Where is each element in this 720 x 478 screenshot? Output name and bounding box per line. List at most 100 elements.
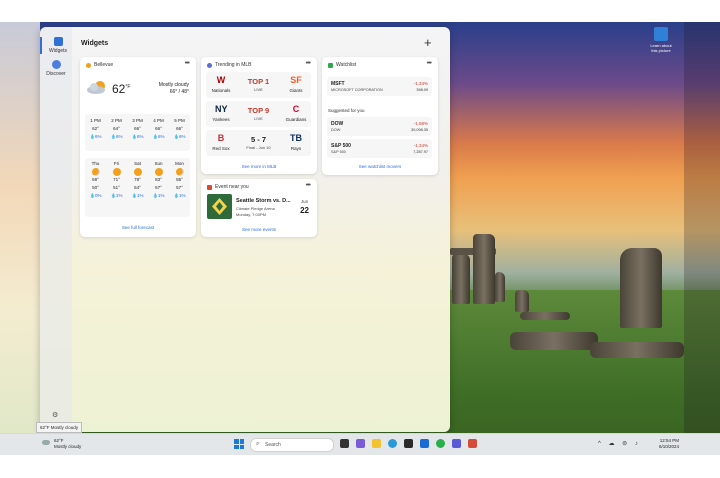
- wallpaper-stone: [515, 290, 529, 312]
- daily-forecast: Thu 69° 50° 💧0% Fri 71° 51° 💧1% Sat 78° 54° 💧1% S…: [85, 158, 190, 217]
- sun-icon: [154, 168, 163, 176]
- weather-location: Bellevue: [94, 62, 114, 68]
- stock-chart-icon: [328, 62, 333, 68]
- watchlist-card[interactable]: Watchlist ••• MSFT MICROSOFT CORPORATION…: [322, 57, 438, 175]
- hourly-item: 5 PM 66° 💧6%: [169, 117, 190, 141]
- cloudy-icon: [87, 81, 105, 94]
- wallpaper-stone: [452, 254, 470, 304]
- yankees-logo-icon: NY: [215, 104, 228, 114]
- hourly-item: 1 PM 62° 💧6%: [85, 117, 106, 141]
- event-header: Event near you: [215, 184, 249, 190]
- widgets-icon: [53, 37, 63, 46]
- system-tray[interactable]: ^ ☁ ⊜ ♪: [598, 440, 641, 447]
- precip-value: 💧6%: [110, 134, 123, 139]
- daily-item: Sun 83° 57° 💧1%: [152, 161, 165, 198]
- precip-value: 💧6%: [131, 134, 144, 139]
- game-row[interactable]: B Red Sox 5 - 7 Final - Jun 10 TB Rays: [206, 130, 311, 156]
- guardians-logo-icon: C: [292, 104, 300, 114]
- nationals-logo-icon: W: [216, 75, 226, 85]
- clock[interactable]: 12:54 PM 6/10/2024: [655, 438, 679, 450]
- hourly-item: 4 PM 66° 💧6%: [148, 117, 169, 141]
- watchlist-title: Watchlist: [336, 62, 357, 68]
- start-button[interactable]: [234, 439, 244, 449]
- task-view-icon[interactable]: [340, 439, 349, 448]
- rail-item-discover[interactable]: Discover: [40, 60, 72, 77]
- blurred-window-edge: [684, 22, 720, 433]
- game-score: 5 - 7: [250, 135, 266, 144]
- game-score: TOP 1: [247, 77, 270, 86]
- taskbar-search[interactable]: ⌕ Search: [250, 438, 334, 452]
- wallpaper-stone: [520, 312, 570, 320]
- cloud-icon: [42, 440, 50, 445]
- current-condition: Mostly cloudy: [158, 82, 189, 88]
- stock-row[interactable]: DOW DOW -1.68% 30,098.35: [327, 117, 432, 136]
- rays-logo-icon: TB: [290, 133, 302, 143]
- wallpaper-stone: [590, 342, 684, 358]
- game-status: LIVE: [254, 87, 263, 92]
- app-icon[interactable]: [468, 439, 477, 448]
- daily-item: Sat 78° 54° 💧1%: [131, 161, 144, 198]
- desktop: Learn about this picture Widgets Discove…: [0, 22, 720, 455]
- see-more-events-link[interactable]: See more events: [201, 227, 317, 232]
- event-date: Jun 22: [300, 199, 309, 215]
- weather-sun-icon: [86, 62, 91, 68]
- edge-icon[interactable]: [388, 439, 397, 448]
- wallpaper-stone: [510, 332, 598, 350]
- precip-value: 💧6%: [89, 134, 102, 139]
- sun-icon: [112, 168, 121, 176]
- rail-item-widgets[interactable]: Widgets: [40, 37, 74, 54]
- daily-item: Fri 71° 51° 💧1%: [110, 161, 123, 198]
- desktop-icon-learn-picture[interactable]: Learn about this picture: [650, 27, 672, 53]
- teams-icon[interactable]: [452, 439, 461, 448]
- see-more-mlb-link[interactable]: See more in MLB: [201, 164, 317, 169]
- red-sox-logo-icon: B: [217, 133, 225, 143]
- giants-logo-icon: SF: [290, 75, 302, 85]
- see-full-forecast-link[interactable]: See full forecast: [80, 225, 196, 230]
- current-temperature: 62°F: [112, 82, 131, 96]
- stock-row[interactable]: MSFT MICROSOFT CORPORATION -1.34% 398.09: [327, 77, 432, 96]
- store-icon[interactable]: [404, 439, 413, 448]
- game-score: TOP 9: [247, 106, 270, 115]
- hourly-item: 2 PM 64° 💧6%: [106, 117, 127, 141]
- mlb-title: Trending in MLB: [215, 62, 252, 68]
- game-status: LIVE: [254, 116, 263, 121]
- wallpaper-stone: [495, 272, 505, 302]
- spotify-icon[interactable]: [436, 439, 445, 448]
- outlook-icon[interactable]: [420, 439, 429, 448]
- picture-icon: [654, 27, 668, 41]
- partly-sunny-icon: [175, 168, 184, 176]
- event-time: Monday, 7:00PM: [236, 212, 266, 217]
- game-row[interactable]: W Nationals TOP 1 LIVE SF Giants: [206, 72, 311, 98]
- daily-item: Thu 69° 50° 💧0%: [89, 161, 102, 198]
- more-options-icon[interactable]: •••: [185, 60, 190, 67]
- taskbar-weather[interactable]: 62°F Mostly cloudy: [42, 438, 81, 450]
- search-icon: ⌕: [256, 441, 260, 447]
- stock-row[interactable]: S&P 500 S&P 500 -1.34% 7,287.97: [327, 139, 432, 158]
- event-card[interactable]: Event near you ••• Seattle Storm vs. D..…: [201, 179, 317, 237]
- wallpaper-field: [440, 290, 720, 455]
- board-title: Widgets: [81, 40, 109, 47]
- daily-item: Mon 86° 57° 💧1%: [173, 161, 186, 198]
- copilot-icon[interactable]: [356, 439, 365, 448]
- precip-value: 💧6%: [173, 134, 186, 139]
- settings-gear-icon[interactable]: ⚙: [52, 411, 58, 419]
- more-options-icon[interactable]: •••: [427, 60, 432, 67]
- see-watchlist-movers-link[interactable]: See watchlist movers: [322, 164, 438, 169]
- widgets-rail: Widgets Discover: [40, 27, 72, 432]
- hourly-item: 3 PM 66° 💧6%: [127, 117, 148, 141]
- add-widget-button[interactable]: +: [424, 35, 432, 50]
- hourly-forecast: 1 PM 62° 💧6% 2 PM 64° 💧6% 3 PM 66° 💧6% 4 PM 66°…: [85, 114, 190, 151]
- discover-icon: [51, 60, 61, 69]
- wallpaper-stone: [473, 234, 495, 304]
- weather-card[interactable]: Bellevue ••• 62°F Mostly cloudy 66° / 48…: [80, 57, 196, 237]
- more-options-icon[interactable]: •••: [306, 60, 311, 67]
- more-options-icon[interactable]: •••: [306, 182, 311, 189]
- mlb-card[interactable]: Trending in MLB ••• W Nationals TOP 1 LIVE…: [201, 57, 317, 174]
- precip-value: 💧6%: [152, 134, 165, 139]
- weather-tooltip: 62°F Mostly cloudy: [36, 422, 83, 433]
- mlb-icon: [207, 62, 212, 68]
- sun-icon: [133, 168, 142, 176]
- file-explorer-icon[interactable]: [372, 439, 381, 448]
- game-row[interactable]: NY Yankees TOP 9 LIVE C Guardians: [206, 101, 311, 127]
- widgets-board: Widgets Discover Widgets + Bellevue ••• …: [40, 27, 450, 432]
